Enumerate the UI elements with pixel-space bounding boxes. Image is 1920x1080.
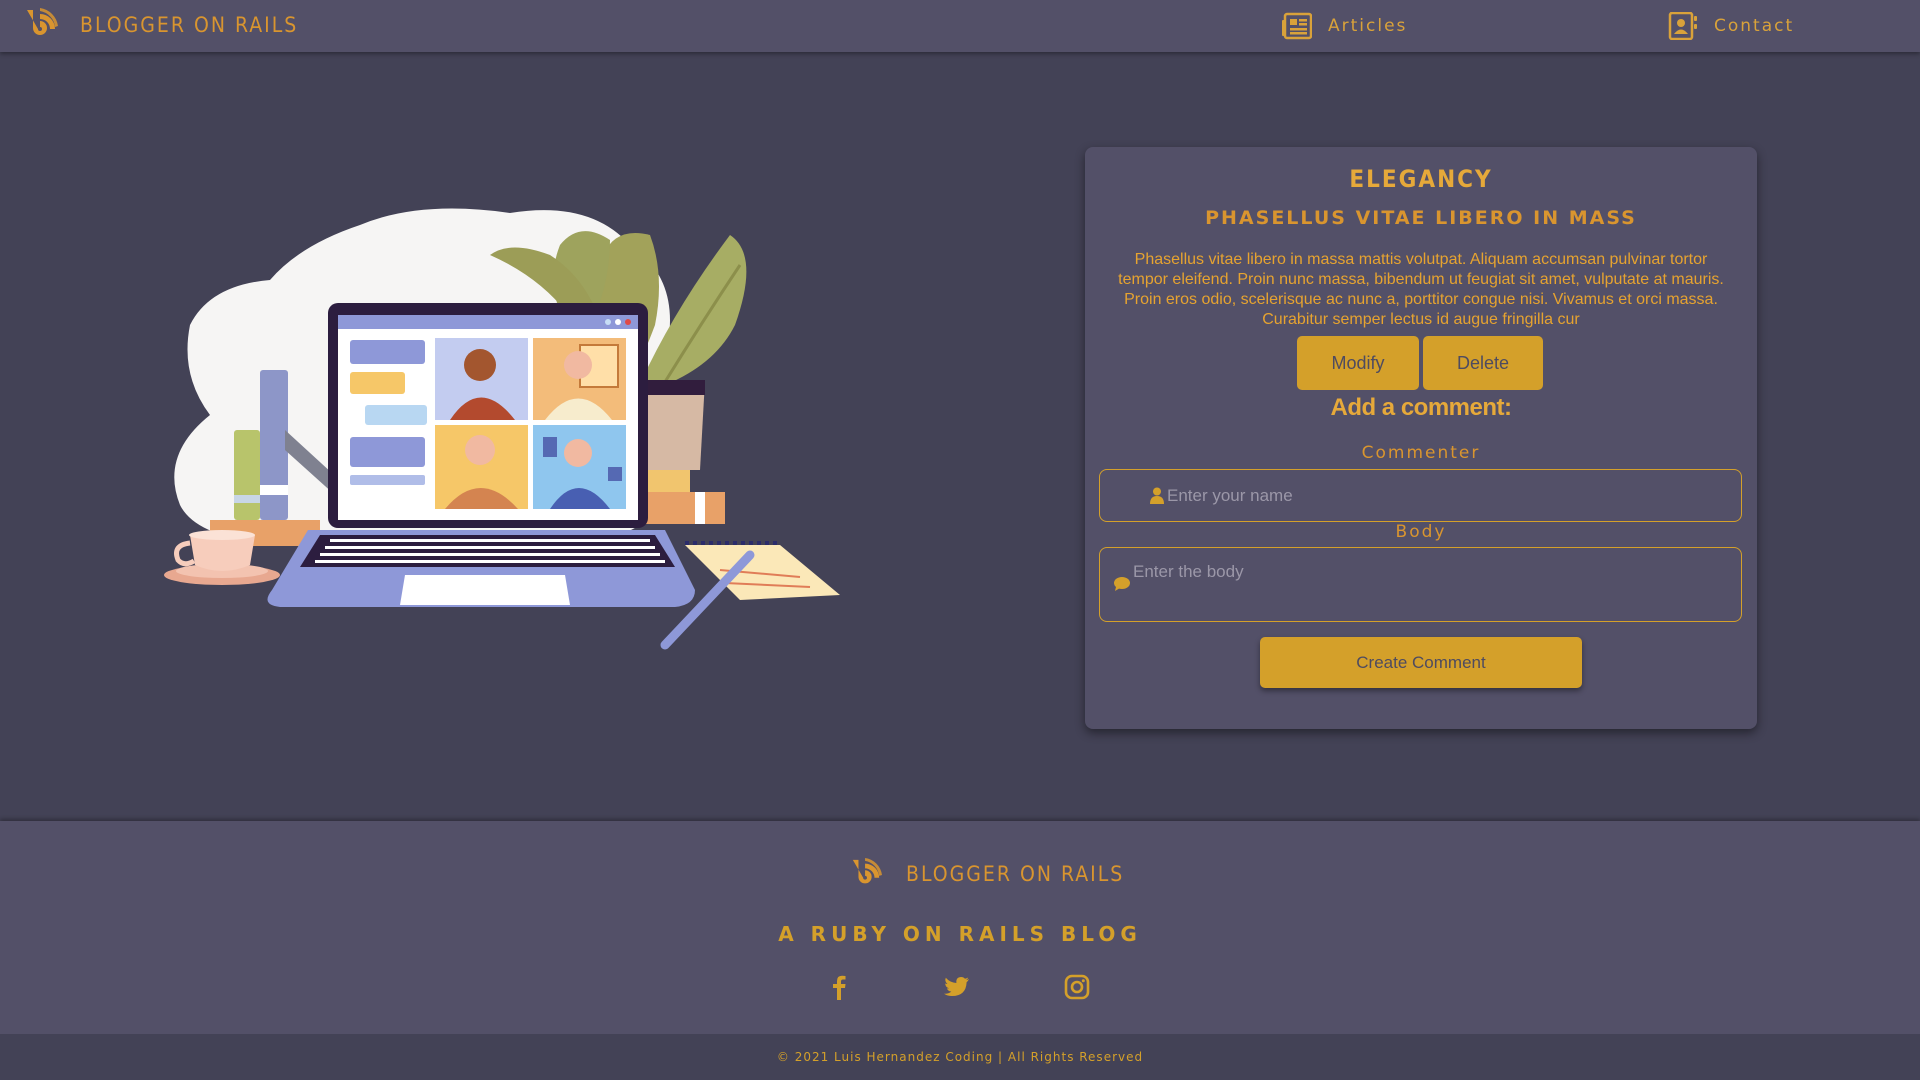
laptop-video-call-illustration bbox=[164, 208, 840, 650]
nav-articles-link[interactable]: Articles bbox=[1282, 12, 1407, 40]
nav-contact-link[interactable]: Contact bbox=[1668, 12, 1794, 40]
user-icon bbox=[1150, 487, 1164, 504]
nav-articles-label: Articles bbox=[1328, 16, 1408, 36]
footer-brand-name: BLOGGER ON RAILS bbox=[906, 862, 1125, 886]
commenter-field-wrapper bbox=[1099, 469, 1742, 522]
newspaper-icon bbox=[1282, 12, 1312, 40]
commenter-input[interactable] bbox=[1167, 484, 1727, 508]
facebook-icon bbox=[833, 975, 846, 1000]
footer-tagline: A RUBY ON RAILS BLOG bbox=[778, 922, 1142, 946]
article-body: Phasellus vitae libero in massa mattis v… bbox=[1118, 251, 1724, 328]
commenter-label: Commenter bbox=[1361, 443, 1481, 463]
nav-contact-label: Contact bbox=[1714, 16, 1795, 36]
instagram-link[interactable] bbox=[1063, 973, 1091, 1001]
twitter-link[interactable] bbox=[943, 973, 971, 1001]
blog-logo-icon bbox=[852, 858, 882, 884]
article-title: ELEGANCY bbox=[1349, 165, 1493, 193]
address-book-icon bbox=[1668, 12, 1697, 40]
brand-link[interactable]: BLOGGER ON RAILS bbox=[24, 8, 298, 42]
brand-name: BLOGGER ON RAILS bbox=[80, 13, 299, 37]
navbar: BLOGGER ON RAILS Articles Contact bbox=[0, 0, 1920, 52]
comment-form-heading: Add a comment: bbox=[1330, 394, 1512, 421]
instagram-icon bbox=[1064, 974, 1090, 1000]
delete-button[interactable]: Delete bbox=[1423, 336, 1543, 390]
footer: BLOGGER ON RAILS A RUBY ON RAILS BLOG bbox=[0, 821, 1920, 1034]
body-textarea[interactable] bbox=[1133, 562, 1733, 612]
article-subtitle: PHASELLUS VITAE LIBERO IN MASS bbox=[1205, 207, 1637, 229]
article-card: ELEGANCY PHASELLUS VITAE LIBERO IN MASS … bbox=[1085, 147, 1757, 729]
comment-icon bbox=[1114, 577, 1130, 591]
facebook-link[interactable] bbox=[825, 973, 853, 1001]
create-comment-button[interactable]: Create Comment bbox=[1260, 637, 1582, 688]
modify-button[interactable]: Modify bbox=[1297, 336, 1419, 390]
twitter-icon bbox=[944, 977, 969, 996]
blog-logo-icon bbox=[27, 8, 58, 35]
footer-brand-link[interactable]: BLOGGER ON RAILS bbox=[850, 858, 1124, 890]
body-field-wrapper bbox=[1099, 547, 1742, 622]
copyright-text: © 2021 Luis Hernandez Coding | All Right… bbox=[776, 1050, 1144, 1064]
copyright-bar: © 2021 Luis Hernandez Coding | All Right… bbox=[0, 1034, 1920, 1080]
body-label: Body bbox=[1395, 522, 1447, 542]
